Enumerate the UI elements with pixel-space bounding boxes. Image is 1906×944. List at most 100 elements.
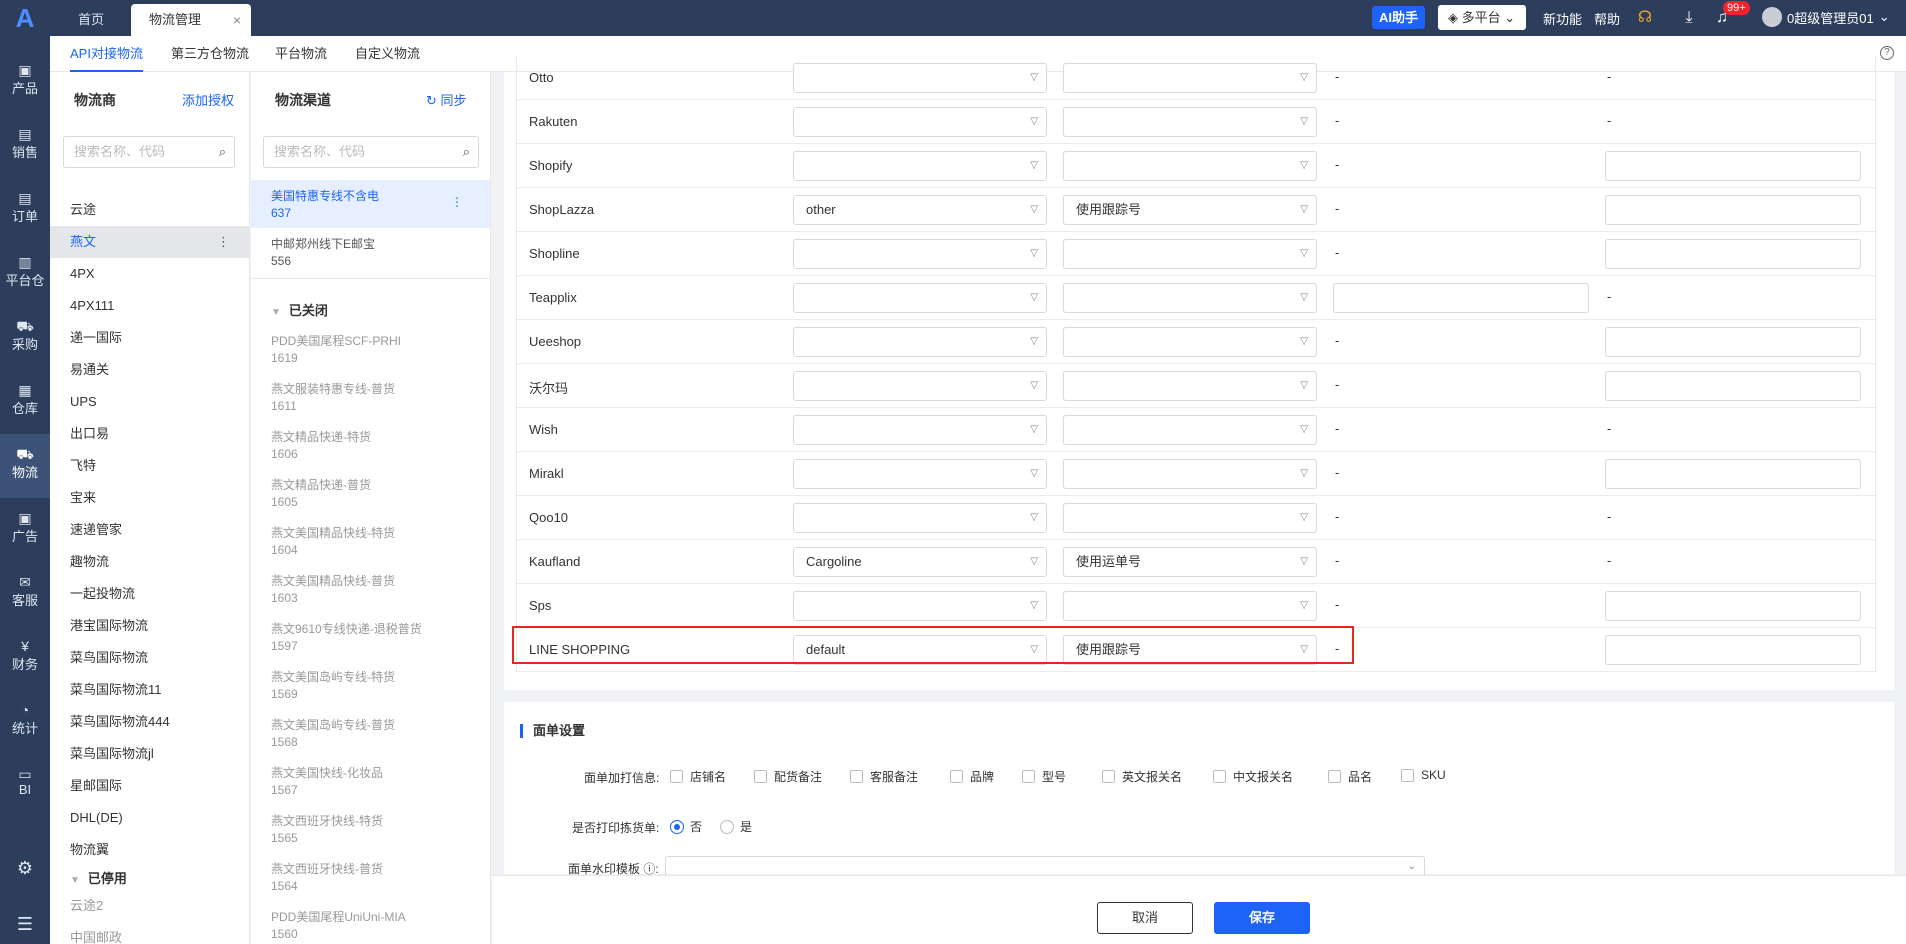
tracking-select[interactable]: ▽ <box>1063 107 1317 137</box>
nav-item-orders[interactable]: ▤ 订单 <box>0 184 50 244</box>
tracking-select[interactable]: 使用运单号 ▽ <box>1063 547 1317 577</box>
extra-info-checkbox[interactable]: 英文报关名 <box>1102 768 1182 785</box>
closed-channel-item[interactable]: 燕文美国精品快线-普货 1603 <box>251 565 490 613</box>
carrier-list-item[interactable]: 燕文 ⋮ <box>50 226 249 258</box>
tracking-select[interactable]: ▽ <box>1063 591 1317 621</box>
carrier-list-item[interactable]: 云途 <box>50 194 249 226</box>
new-features-link[interactable]: 新功能 <box>1543 9 1582 28</box>
platform-select[interactable]: ◈ 多平台 ⌄ <box>1438 5 1526 30</box>
extra-input[interactable] <box>1605 195 1861 225</box>
closed-channel-item[interactable]: 燕文美国精品快线-特货 1604 <box>251 517 490 565</box>
settings-icon[interactable]: ⚙ <box>0 858 50 886</box>
extra-info-checkbox[interactable]: 客服备注 <box>850 768 918 785</box>
carrier-list-item[interactable]: 菜鸟国际物流11 <box>50 674 249 706</box>
nav-item-warehouse[interactable]: ▦ 仓库 <box>0 376 50 436</box>
extra-input[interactable] <box>1605 591 1861 621</box>
carrier-select[interactable]: ▽ <box>793 239 1047 269</box>
disabled-carrier-item[interactable]: 云途2 <box>50 890 249 922</box>
closed-channel-item[interactable]: PDD美国尾程UniUni-MIA 1560 <box>251 901 490 944</box>
carrier-list-item[interactable]: 4PX111 <box>50 290 249 322</box>
nav-item-sales[interactable]: ▤ 销售 <box>0 120 50 180</box>
nav-item-purchase[interactable]: ⛟ 采购 <box>0 312 50 372</box>
disabled-group-header[interactable]: ▼ 已停用 <box>70 868 127 887</box>
carrier-select[interactable]: ▽ <box>793 415 1047 445</box>
closed-channel-item[interactable]: 燕文西班牙快线-特货 1565 <box>251 805 490 853</box>
help-link[interactable]: 帮助 <box>1594 9 1620 28</box>
nav-item-logistics[interactable]: ⛟ 物流 <box>0 434 50 498</box>
carrier-select[interactable]: ▽ <box>793 371 1047 401</box>
carrier-list-item[interactable]: 宝来 <box>50 482 249 514</box>
closed-channel-item[interactable]: 燕文精品快递-普货 1605 <box>251 469 490 517</box>
closed-channel-item[interactable]: PDD美国尾程SCF-PRHI 1619 <box>251 325 490 373</box>
closed-group-header[interactable]: ▼ 已关闭 <box>271 300 328 319</box>
tracking-select[interactable]: ▽ <box>1063 239 1317 269</box>
channel-search-input[interactable]: 搜索名称、代码 ⌕ <box>263 136 479 168</box>
closed-channel-item[interactable]: 燕文美国岛屿专线-普货 1568 <box>251 709 490 757</box>
carrier-list-item[interactable]: 一起投物流 <box>50 578 249 610</box>
save-button[interactable]: 保存 <box>1214 902 1310 934</box>
radio-yes[interactable]: 是 <box>720 818 752 835</box>
extra-input[interactable] <box>1605 239 1861 269</box>
tracking-select[interactable]: ▽ <box>1063 459 1317 489</box>
download-icon[interactable]: ⤓ <box>1678 7 1700 29</box>
app-logo[interactable]: A <box>0 0 50 36</box>
more-vertical-icon[interactable]: ⋮ <box>451 194 463 211</box>
carrier-select[interactable]: ▽ <box>793 151 1047 181</box>
tab-home[interactable]: 首页 <box>60 4 122 36</box>
tab-logistics-management[interactable]: 物流管理 × <box>131 4 251 36</box>
code-input[interactable] <box>1333 283 1589 313</box>
closed-channel-item[interactable]: 燕文精品快递-特货 1606 <box>251 421 490 469</box>
ai-assistant-button[interactable]: AI助手 <box>1372 6 1426 29</box>
help-icon[interactable]: ? <box>1880 46 1894 60</box>
tracking-select[interactable]: ▽ <box>1063 63 1317 93</box>
extra-info-checkbox[interactable]: 品名 <box>1328 768 1372 785</box>
customer-service-icon[interactable]: ☊ <box>1634 7 1656 29</box>
nav-item-customer-service[interactable]: ✉ 客服 <box>0 568 50 628</box>
add-authorization-link[interactable]: 添加授权 <box>182 90 234 109</box>
search-icon[interactable]: ⌕ <box>463 137 470 167</box>
cancel-button[interactable]: 取消 <box>1097 902 1193 934</box>
search-icon[interactable]: ⌕ <box>219 137 226 167</box>
nav-item-bi[interactable]: ▭ BI <box>0 760 50 820</box>
carrier-list-item[interactable]: 速递管家 <box>50 514 249 546</box>
closed-channel-item[interactable]: 燕文美国岛屿专线-特货 1569 <box>251 661 490 709</box>
carrier-list-item[interactable]: UPS <box>50 386 249 418</box>
carrier-list-item[interactable]: 港宝国际物流 <box>50 610 249 642</box>
nav-item-statistics[interactable]: ◔ 统计 <box>0 696 50 756</box>
carrier-list-item[interactable]: 星邮国际 <box>50 770 249 802</box>
user-menu[interactable]: 0超级管理员01 ⌄ <box>1762 7 1890 27</box>
radio-no[interactable]: 否 <box>670 818 702 835</box>
carrier-select[interactable]: ▽ <box>793 283 1047 313</box>
carrier-select[interactable]: ▽ <box>793 327 1047 357</box>
tracking-select[interactable]: ▽ <box>1063 327 1317 357</box>
carrier-list-item[interactable]: 菜鸟国际物流jl <box>50 738 249 770</box>
carrier-select[interactable]: ▽ <box>793 503 1047 533</box>
carrier-list-item[interactable]: 4PX <box>50 258 249 290</box>
extra-input[interactable] <box>1605 151 1861 181</box>
carrier-list-item[interactable]: 菜鸟国际物流 <box>50 642 249 674</box>
disabled-carrier-item[interactable]: 中国邮政 <box>50 922 249 944</box>
carrier-list-item[interactable]: 飞特 <box>50 450 249 482</box>
channel-list-item[interactable]: 中邮郑州线下E邮宝 556 <box>251 228 490 276</box>
tracking-select[interactable]: 使用跟踪号 ▽ <box>1063 195 1317 225</box>
carrier-list-item[interactable]: 物流翼 <box>50 834 249 866</box>
carrier-list-item[interactable]: 出口易 <box>50 418 249 450</box>
tracking-select[interactable]: ▽ <box>1063 283 1317 313</box>
extra-input[interactable] <box>1605 459 1861 489</box>
carrier-list-item[interactable]: 递一国际 <box>50 322 249 354</box>
carrier-select[interactable]: ▽ <box>793 459 1047 489</box>
tracking-select[interactable]: ▽ <box>1063 371 1317 401</box>
closed-channel-item[interactable]: 燕文服装特惠专线-普货 1611 <box>251 373 490 421</box>
extra-info-checkbox[interactable]: SKU <box>1401 768 1446 782</box>
close-icon[interactable]: × <box>233 4 241 36</box>
tab-api-logistics[interactable]: API对接物流 <box>70 36 143 72</box>
closed-channel-item[interactable]: 燕文美国快线-化妆品 1567 <box>251 757 490 805</box>
closed-channel-item[interactable]: 燕文9610专线快递-退税普货 1597 <box>251 613 490 661</box>
tab-third-party-warehouse-logistics[interactable]: 第三方仓物流 <box>171 36 249 72</box>
nav-item-platform-warehouse[interactable]: ▥ 平台仓 <box>0 248 50 308</box>
nav-item-finance[interactable]: ¥ 财务 <box>0 632 50 692</box>
carrier-select[interactable]: ▽ <box>793 63 1047 93</box>
nav-item-product[interactable]: ▣ 产品 <box>0 56 50 116</box>
channel-list-item[interactable]: 美国特惠专线不含电 637 ⋮ <box>251 180 490 228</box>
carrier-search-input[interactable]: 搜索名称、代码 ⌕ <box>63 136 235 168</box>
